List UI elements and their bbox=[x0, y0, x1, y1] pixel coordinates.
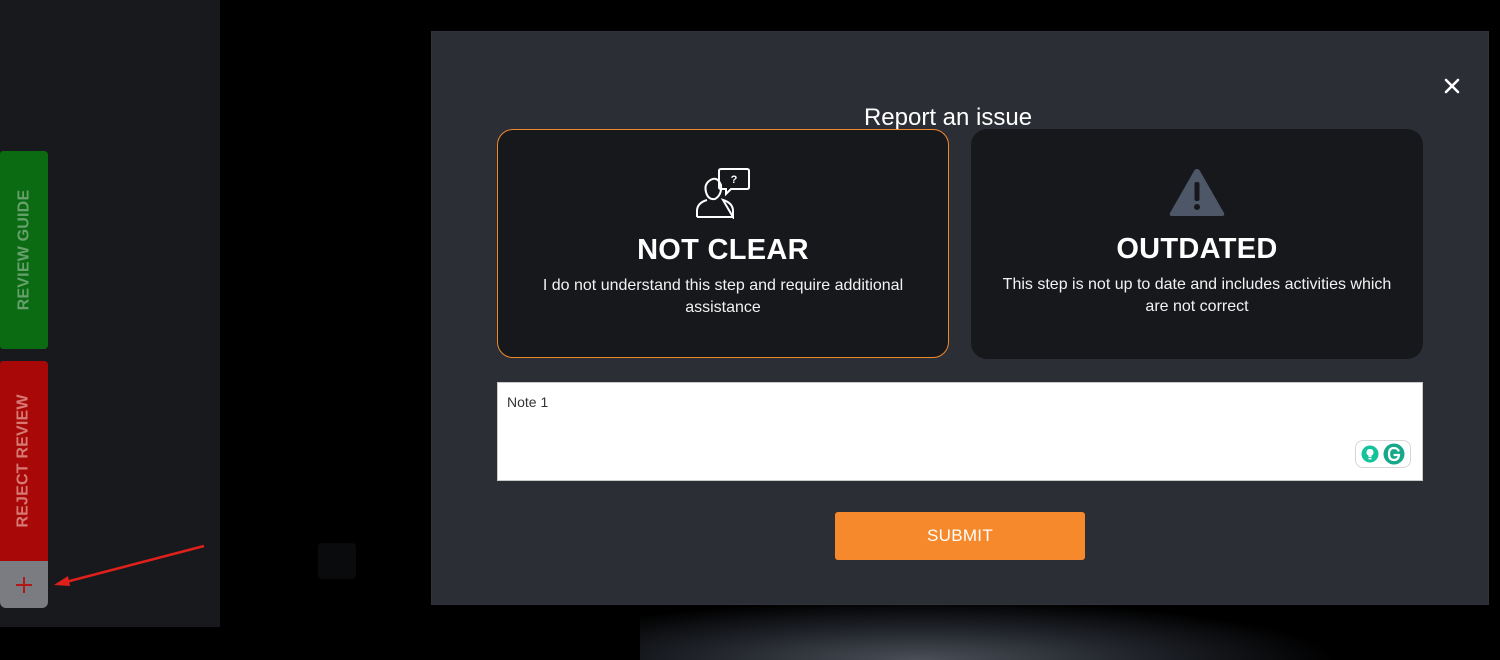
person-question-icon: ? bbox=[696, 168, 750, 219]
svg-text:?: ? bbox=[731, 174, 738, 186]
option-not-clear[interactable]: ? NOT CLEAR I do not understand this ste… bbox=[497, 129, 949, 358]
review-guide-label: REVIEW GUIDE bbox=[15, 189, 33, 311]
reject-review-tab[interactable]: REJECT REVIEW bbox=[0, 361, 48, 561]
warning-triangle-icon bbox=[1169, 169, 1225, 216]
close-button[interactable] bbox=[1438, 72, 1466, 100]
grammarly-icon bbox=[1383, 443, 1405, 465]
red-arrow-annotation bbox=[54, 544, 205, 586]
close-icon bbox=[1444, 78, 1460, 94]
plus-icon bbox=[16, 576, 32, 593]
option-title: NOT CLEAR bbox=[637, 234, 809, 266]
lightbulb-icon bbox=[1361, 445, 1379, 463]
note-field-container: Note 1 bbox=[497, 382, 1423, 481]
option-outdated[interactable]: OUTDATED This step is not up to date and… bbox=[971, 129, 1423, 359]
option-description: This step is not up to date and includes… bbox=[1002, 276, 1392, 315]
option-description: I do not understand this step and requir… bbox=[542, 277, 904, 316]
background-image-glow bbox=[640, 600, 1340, 660]
background-element bbox=[318, 543, 356, 579]
submit-button[interactable]: SUBMIT bbox=[835, 512, 1085, 560]
grammarly-widget[interactable] bbox=[1355, 440, 1411, 468]
add-button[interactable] bbox=[0, 561, 48, 608]
modal-title: Report an issue bbox=[863, 104, 1033, 131]
review-guide-tab[interactable]: REVIEW GUIDE bbox=[0, 151, 48, 349]
option-title: OUTDATED bbox=[1116, 233, 1278, 265]
note-field[interactable]: Note 1 bbox=[498, 383, 1422, 480]
reject-review-label: REJECT REVIEW bbox=[15, 394, 33, 528]
left-sidebar: REVIEW GUIDE REJECT REVIEW bbox=[0, 0, 220, 627]
report-issue-modal: Report an issue ? NOT CLEAR I do not und… bbox=[432, 32, 1488, 604]
